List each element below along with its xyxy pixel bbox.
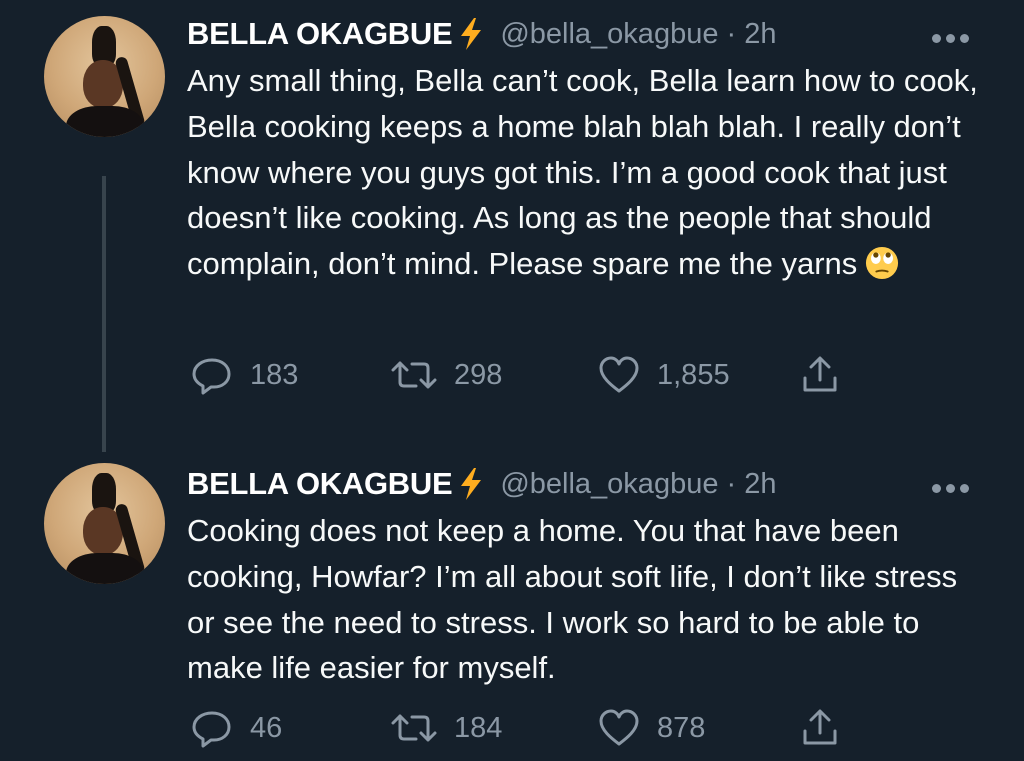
like-button[interactable]: 1,855 [597,355,730,395]
more-options-icon[interactable] [932,480,978,493]
reply-button[interactable]: 46 [190,708,282,748]
like-button[interactable]: 878 [597,708,705,748]
avatar[interactable] [44,16,165,137]
reply-icon [192,358,231,395]
eye-roll-emoji [866,247,899,280]
more-options-icon[interactable] [932,30,978,43]
lightning-bolt-icon [461,18,482,50]
display-name[interactable]: BELLA OKAGBUE [187,16,453,52]
retweet-button[interactable]: 184 [390,708,502,748]
reply-icon [192,711,231,748]
tweet-text: Cooking does not keep a home. You that h… [187,513,958,686]
avatar[interactable] [44,463,165,584]
share-button[interactable] [800,708,840,748]
retweet-icon [391,361,437,389]
display-name[interactable]: BELLA OKAGBUE [187,466,453,502]
tweet-actions: 183 298 1,855 [0,355,1024,395]
tweet-actions: 46 184 878 [0,708,1024,748]
handle-and-timestamp[interactable]: @bella_okagbue · 2h [500,468,776,501]
reply-button[interactable]: 183 [190,355,298,395]
reply-count: 183 [250,358,299,391]
reply-count: 46 [250,711,283,744]
retweet-count: 298 [454,358,503,391]
retweet-icon [391,714,437,742]
thread-connector-line [102,176,106,452]
like-icon [599,356,639,393]
like-count: 1,855 [657,358,730,391]
like-count: 878 [657,711,706,744]
tweet-header: BELLA OKAGBUE @bella_okagbue · 2h [187,464,776,504]
share-icon [803,709,837,745]
tweet-text: Any small thing, Bella can’t cook, Bella… [187,63,978,282]
like-icon [599,709,639,746]
lightning-bolt-icon [461,468,482,500]
handle-and-timestamp[interactable]: @bella_okagbue · 2h [500,18,776,51]
retweet-count: 184 [454,711,503,744]
share-icon [803,356,837,392]
tweet-header: BELLA OKAGBUE @bella_okagbue · 2h [187,14,776,54]
retweet-button[interactable]: 298 [390,355,502,395]
share-button[interactable] [800,355,840,395]
